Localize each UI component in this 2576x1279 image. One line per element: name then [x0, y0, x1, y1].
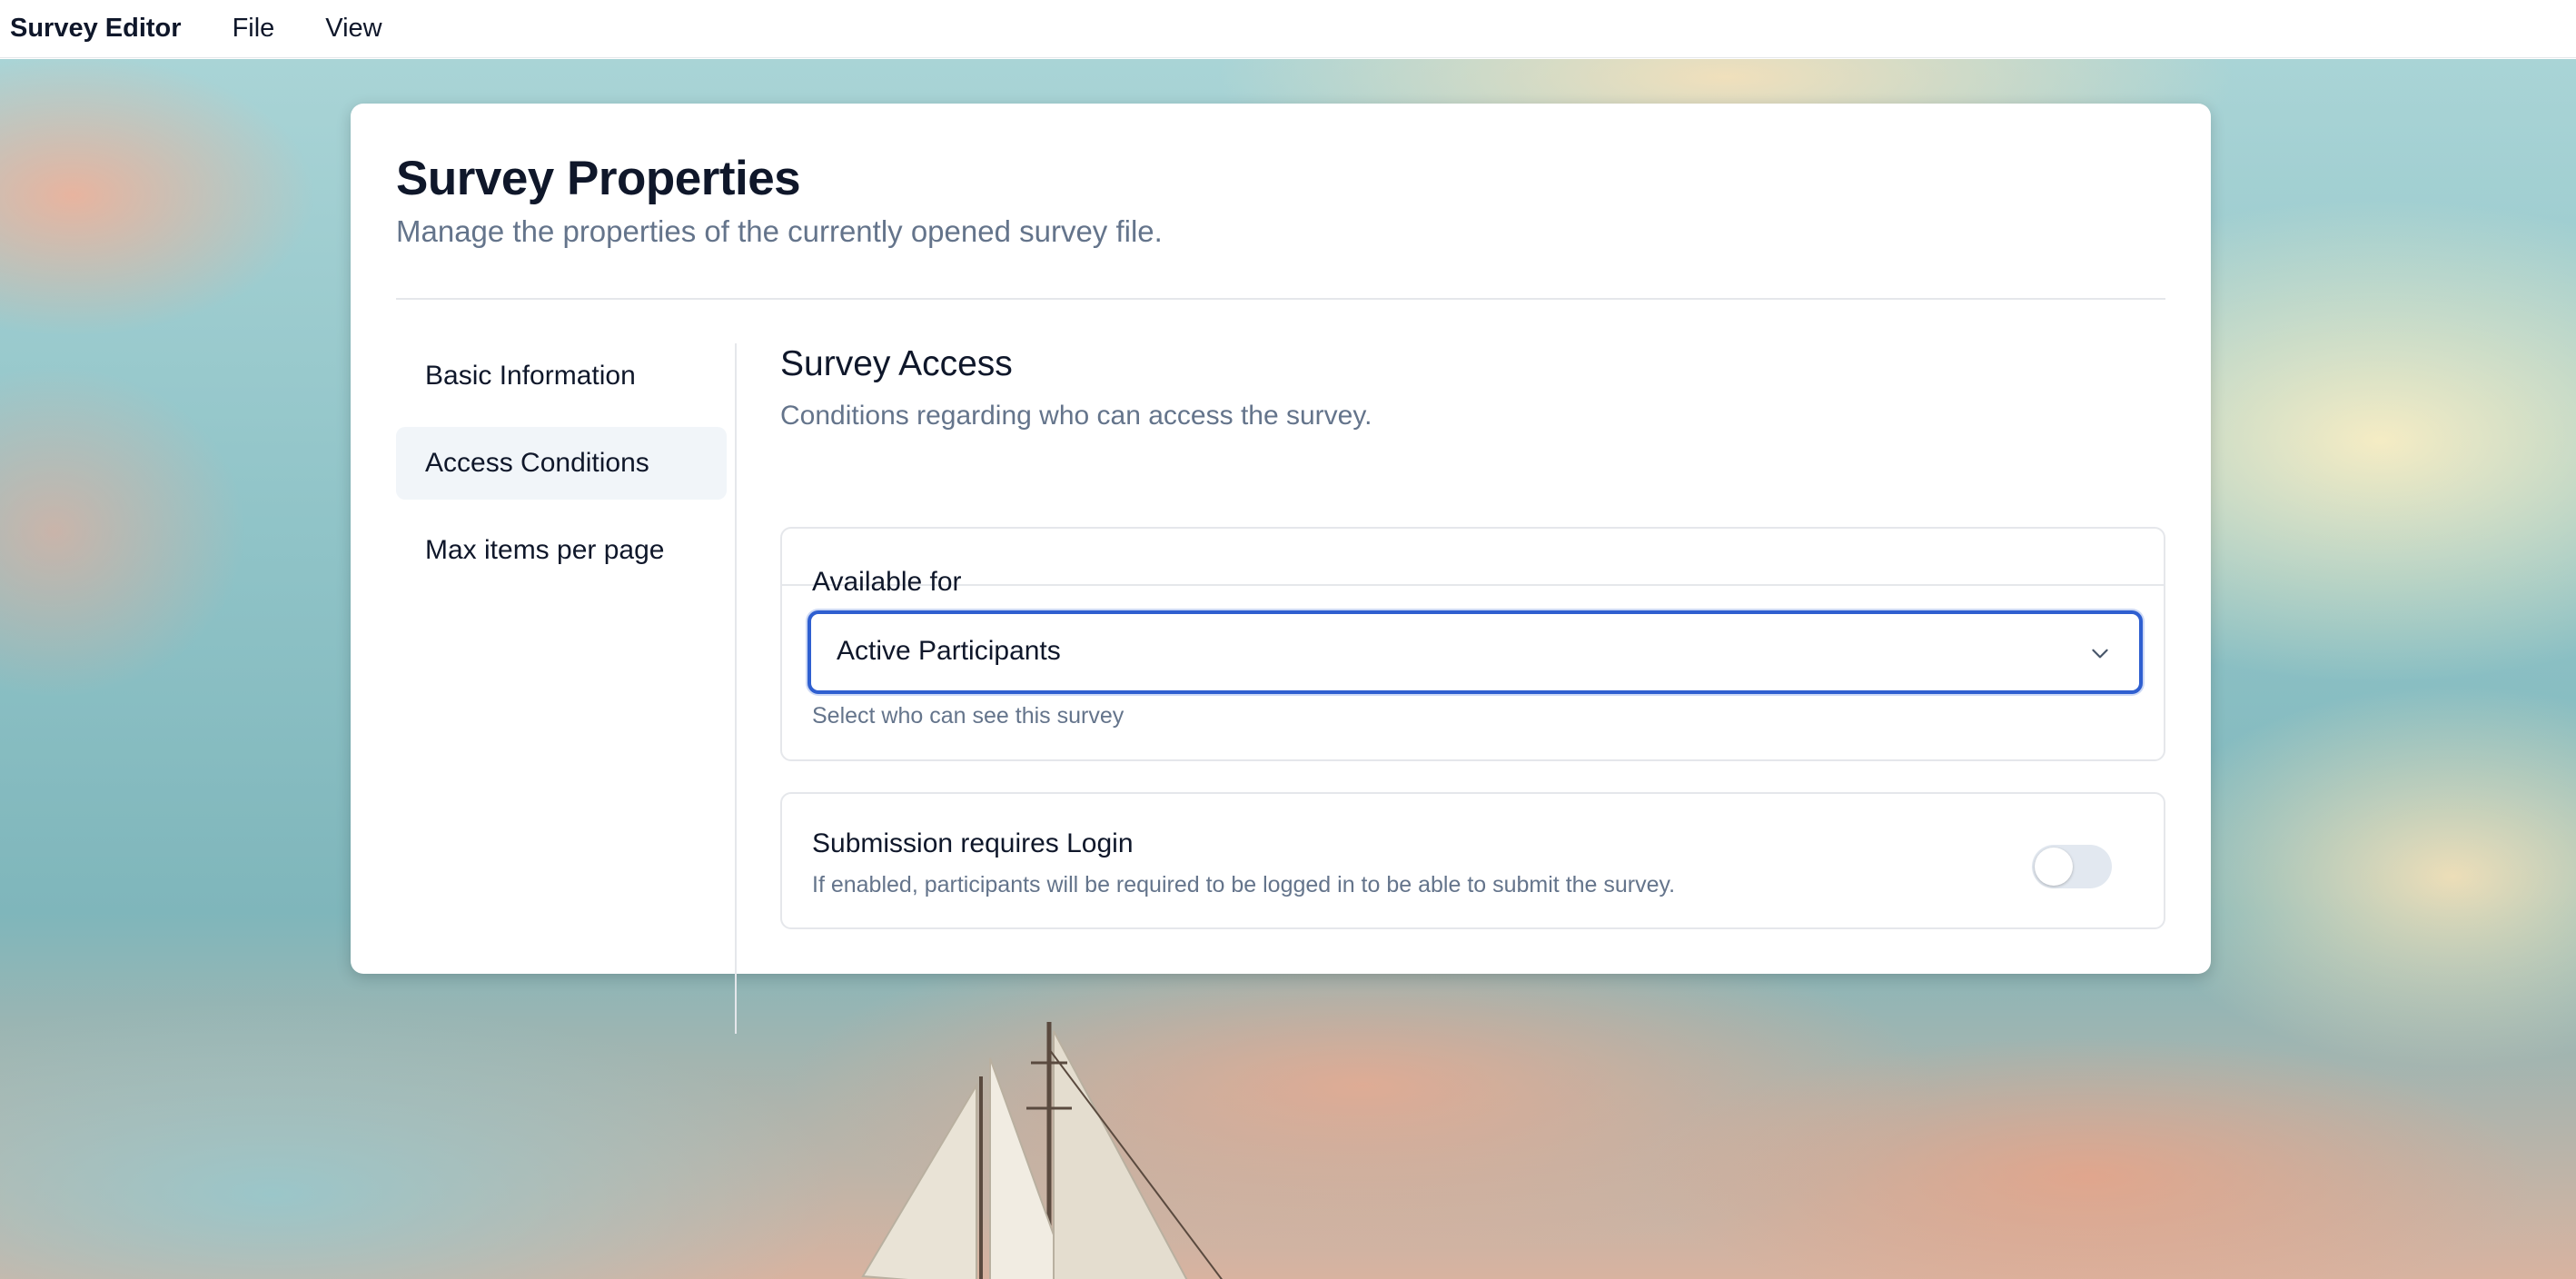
toggle-knob: [2035, 848, 2073, 886]
header-divider: [396, 298, 2165, 300]
available-for-card: Available for Active Participants Select…: [780, 527, 2165, 761]
login-requirement-description: If enabled, participants will be require…: [812, 872, 1676, 897]
menu-bar: Survey Editor File View: [0, 0, 2576, 58]
page-title: Survey Properties: [396, 152, 801, 205]
nav-item-access-conditions[interactable]: Access Conditions: [396, 427, 727, 500]
nav-item-basic-information[interactable]: Basic Information: [396, 340, 727, 412]
menu-view[interactable]: View: [325, 14, 381, 44]
menu-file[interactable]: File: [233, 14, 275, 44]
login-requirement-toggle[interactable]: [2032, 845, 2112, 888]
nav-item-max-items-per-page[interactable]: Max items per page: [396, 514, 727, 587]
survey-properties-card: Survey Properties Manage the properties …: [351, 104, 2211, 1034]
available-for-select[interactable]: Active Participants: [807, 610, 2143, 694]
app-name: Survey Editor: [10, 14, 182, 43]
available-for-help: Select who can see this survey: [812, 703, 1125, 729]
properties-nav: Basic Information Access Conditions Max …: [396, 340, 727, 601]
section-title: Survey Access: [780, 344, 1013, 383]
nav-divider: [735, 343, 737, 1034]
available-for-label: Available for: [812, 567, 962, 597]
available-for-value: Active Participants: [837, 636, 1061, 666]
section-description: Conditions regarding who can access the …: [780, 401, 1372, 431]
login-requirement-card: Submission requires Login If enabled, pa…: [780, 792, 2165, 929]
login-requirement-label: Submission requires Login: [812, 828, 1134, 858]
sailing-ship-illustration: [861, 1022, 1223, 1279]
chevron-down-icon: [2092, 649, 2108, 659]
page-subtitle: Manage the properties of the currently o…: [396, 214, 1163, 248]
